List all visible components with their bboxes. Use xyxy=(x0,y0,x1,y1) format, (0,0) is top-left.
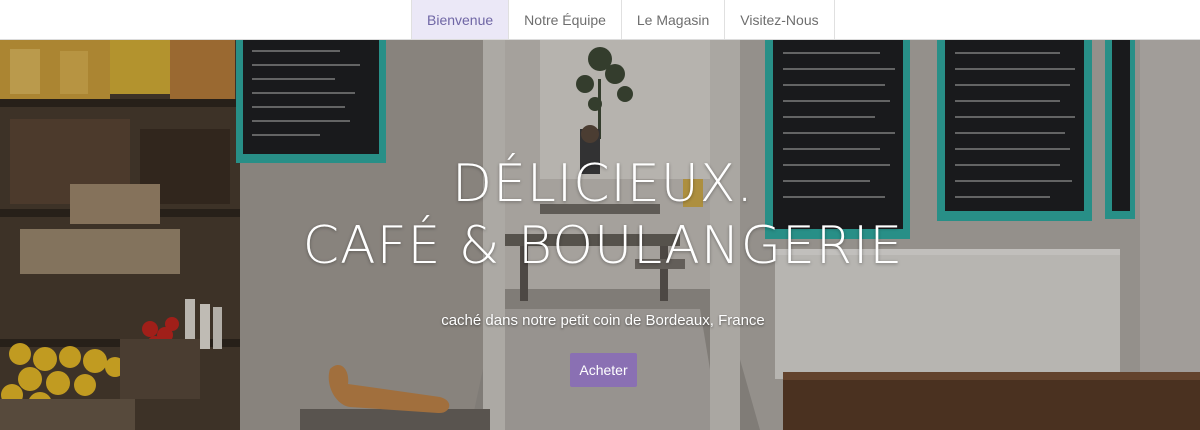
hero-title-line-2: CAFÉ & BOULANGERIE xyxy=(302,216,904,277)
nav-item-bienvenue[interactable]: Bienvenue xyxy=(412,0,510,39)
nav-menu: Bienvenue Notre Équipe Le Magasin Visite… xyxy=(411,0,835,39)
nav-item-notre-equipe[interactable]: Notre Équipe xyxy=(509,0,622,39)
nav-item-visitez-nous[interactable]: Visitez-Nous xyxy=(725,0,835,39)
page: Bienvenue Notre Équipe Le Magasin Visite… xyxy=(0,0,1200,430)
hero-title: DÉLICIEUX. CAFÉ & BOULANGERIE xyxy=(0,153,1200,277)
top-navbar: Bienvenue Notre Équipe Le Magasin Visite… xyxy=(0,0,1200,40)
hero-title-line-1: DÉLICIEUX. xyxy=(452,154,754,215)
hero-subtitle: caché dans notre petit coin de Bordeaux,… xyxy=(441,312,765,329)
nav-item-le-magasin[interactable]: Le Magasin xyxy=(622,0,726,39)
buy-button[interactable]: Acheter xyxy=(570,353,637,387)
hero-section: DÉLICIEUX. CAFÉ & BOULANGERIE caché dans… xyxy=(0,39,1200,430)
